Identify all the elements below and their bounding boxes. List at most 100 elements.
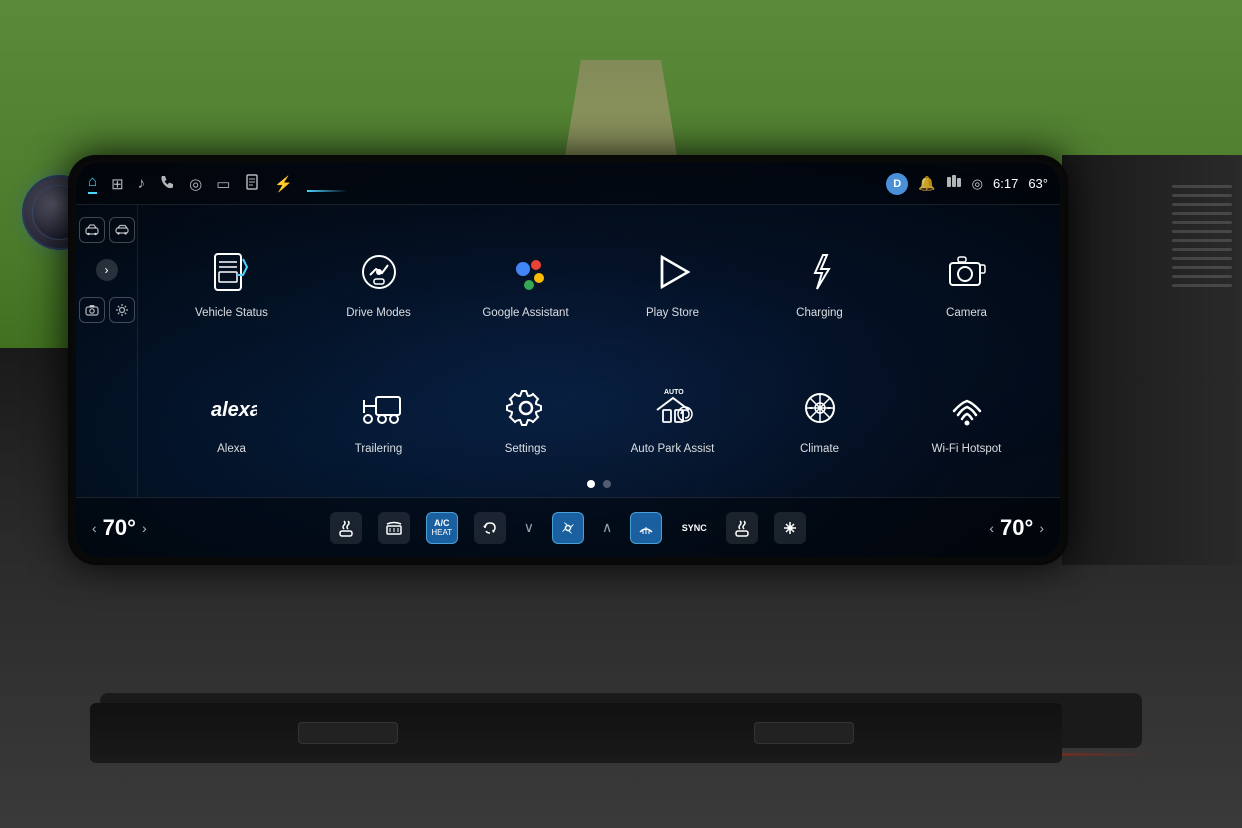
map-icon[interactable]: [946, 174, 962, 193]
play-store-label: Play Store: [646, 306, 699, 321]
sync-btn[interactable]: SYNC: [678, 512, 710, 544]
nav-icons: ⌂ ⊞ ♪ ◎ ▭ ⚡: [88, 173, 886, 194]
nav-right-area: D 🔔 ◎ 6:17 63°: [886, 173, 1048, 195]
left-temp-increase[interactable]: ›: [142, 520, 147, 536]
sidebar-car-side[interactable]: [109, 217, 135, 243]
right-temp-display: 70°: [1000, 515, 1033, 541]
auto-park-app[interactable]: AUTO Auto Park Assist: [599, 356, 746, 482]
main-content: ›: [76, 205, 1060, 497]
sidebar: ›: [76, 205, 138, 497]
camera-app[interactable]: Camera: [893, 220, 1040, 346]
sidebar-camera[interactable]: [79, 297, 105, 323]
auto-park-label: Auto Park Assist: [631, 442, 715, 457]
seat-heat-left-icon: [330, 512, 362, 544]
sidebar-expand-arrow[interactable]: ›: [96, 259, 118, 281]
right-temp-increase[interactable]: ›: [1039, 520, 1044, 536]
temperature-display: 63°: [1028, 176, 1048, 191]
center-vent-housing: [90, 703, 1062, 763]
pagination: [138, 475, 1060, 493]
climate-app[interactable]: Climate: [746, 356, 893, 482]
trailering-app[interactable]: Trailering: [305, 356, 452, 482]
right-temp-decrease[interactable]: ‹: [989, 520, 994, 536]
fan-speed-down-btn[interactable]: ∨: [522, 517, 536, 538]
phone2-nav-icon[interactable]: ▭: [216, 175, 230, 193]
seat-cool-right-icon: [774, 512, 806, 544]
grid-nav-icon[interactable]: ⊞: [111, 175, 124, 193]
vehicle-status-app[interactable]: Vehicle Status: [158, 220, 305, 346]
wifi-hotspot-label: Wi-Fi Hotspot: [932, 442, 1002, 457]
play-store-icon: [647, 246, 699, 298]
front-defrost-btn[interactable]: [630, 512, 662, 544]
google-assistant-label: Google Assistant: [482, 306, 568, 321]
climate-bar: ‹ 70° ›: [76, 497, 1060, 557]
defrost-btn[interactable]: [378, 512, 410, 544]
right-temp-control: ‹ 70° ›: [944, 515, 1044, 541]
fan-speed-up-btn[interactable]: ∧: [600, 517, 614, 538]
fan-btn[interactable]: [552, 512, 584, 544]
sidebar-sun[interactable]: [109, 297, 135, 323]
vehicle-status-label: Vehicle Status: [195, 306, 268, 321]
right-vent-tab[interactable]: [754, 722, 854, 744]
drive-modes-icon: [353, 246, 405, 298]
seat-heat-right-btn[interactable]: [726, 512, 758, 544]
svg-text:alexa: alexa: [211, 399, 257, 421]
drive-modes-label: Drive Modes: [346, 306, 411, 321]
settings-label: Settings: [505, 442, 547, 457]
time-display: 6:17: [993, 176, 1018, 191]
pagination-dot-1[interactable]: [587, 480, 595, 488]
app-row-2: alexa Alexa: [158, 356, 1040, 482]
alexa-icon: alexa: [206, 382, 258, 434]
music-nav-icon[interactable]: ♪: [138, 175, 146, 192]
google-assistant-app[interactable]: Google Assistant: [452, 220, 599, 346]
climate-label: Climate: [800, 442, 839, 457]
svg-text:AUTO: AUTO: [664, 389, 684, 396]
gps-icon[interactable]: ◎: [972, 176, 983, 192]
charging-label: Charging: [796, 306, 843, 321]
google-assistant-icon: [500, 246, 552, 298]
location-nav-icon[interactable]: ◎: [189, 175, 202, 193]
doc-nav-icon[interactable]: [244, 174, 260, 194]
seat-heat-left-btn[interactable]: [330, 512, 362, 544]
alexa-label: Alexa: [217, 442, 246, 457]
sidebar-car-front[interactable]: [79, 217, 105, 243]
defrost-icon: [378, 512, 410, 544]
sync-icon: SYNC: [678, 512, 710, 544]
camera-icon: [941, 246, 993, 298]
phone-nav-icon[interactable]: [159, 174, 175, 194]
sidebar-group-bottom: [76, 297, 137, 323]
camera-label: Camera: [946, 306, 987, 321]
user-avatar[interactable]: D: [886, 173, 908, 195]
seat-cool-right-btn[interactable]: [774, 512, 806, 544]
wifi-hotspot-app[interactable]: Wi-Fi Hotspot: [893, 356, 1040, 482]
home-nav-icon[interactable]: ⌂: [88, 173, 97, 194]
recirc-icon: [474, 512, 506, 544]
sidebar-group-top: [76, 217, 137, 243]
left-vent-tab[interactable]: [298, 722, 398, 744]
recirc-btn[interactable]: [474, 512, 506, 544]
settings-icon: [500, 382, 552, 434]
climate-controls: A/C HEAT ∨: [192, 512, 944, 544]
left-temp-control: ‹ 70° ›: [92, 515, 192, 541]
alexa-app[interactable]: alexa Alexa: [158, 356, 305, 482]
ac-heat-icon: A/C HEAT: [426, 512, 458, 544]
pagination-dot-2[interactable]: [603, 480, 611, 488]
play-store-app[interactable]: Play Store: [599, 220, 746, 346]
ac-heat-btn[interactable]: A/C HEAT: [426, 512, 458, 544]
auto-park-icon-wrap: AUTO: [647, 382, 699, 434]
app-grid: Vehicle Status Drive Modes: [138, 205, 1060, 497]
charging-app[interactable]: Charging: [746, 220, 893, 346]
vent-lines: [1172, 185, 1232, 287]
screen-bezel: ⌂ ⊞ ♪ ◎ ▭ ⚡: [68, 155, 1068, 565]
fan-icon: [552, 512, 584, 544]
settings-app[interactable]: Settings: [452, 356, 599, 482]
infotainment-screen: ⌂ ⊞ ♪ ◎ ▭ ⚡: [76, 163, 1060, 557]
trailering-label: Trailering: [355, 442, 403, 457]
charging-icon: [794, 246, 846, 298]
seat-heat-right-icon: [726, 512, 758, 544]
bell-icon[interactable]: 🔔: [918, 175, 935, 192]
drive-modes-app[interactable]: Drive Modes: [305, 220, 452, 346]
lightning-nav-icon[interactable]: ⚡: [274, 175, 293, 193]
climate-icon: [794, 382, 846, 434]
right-panel: [1062, 155, 1242, 565]
left-temp-decrease[interactable]: ‹: [92, 520, 97, 536]
